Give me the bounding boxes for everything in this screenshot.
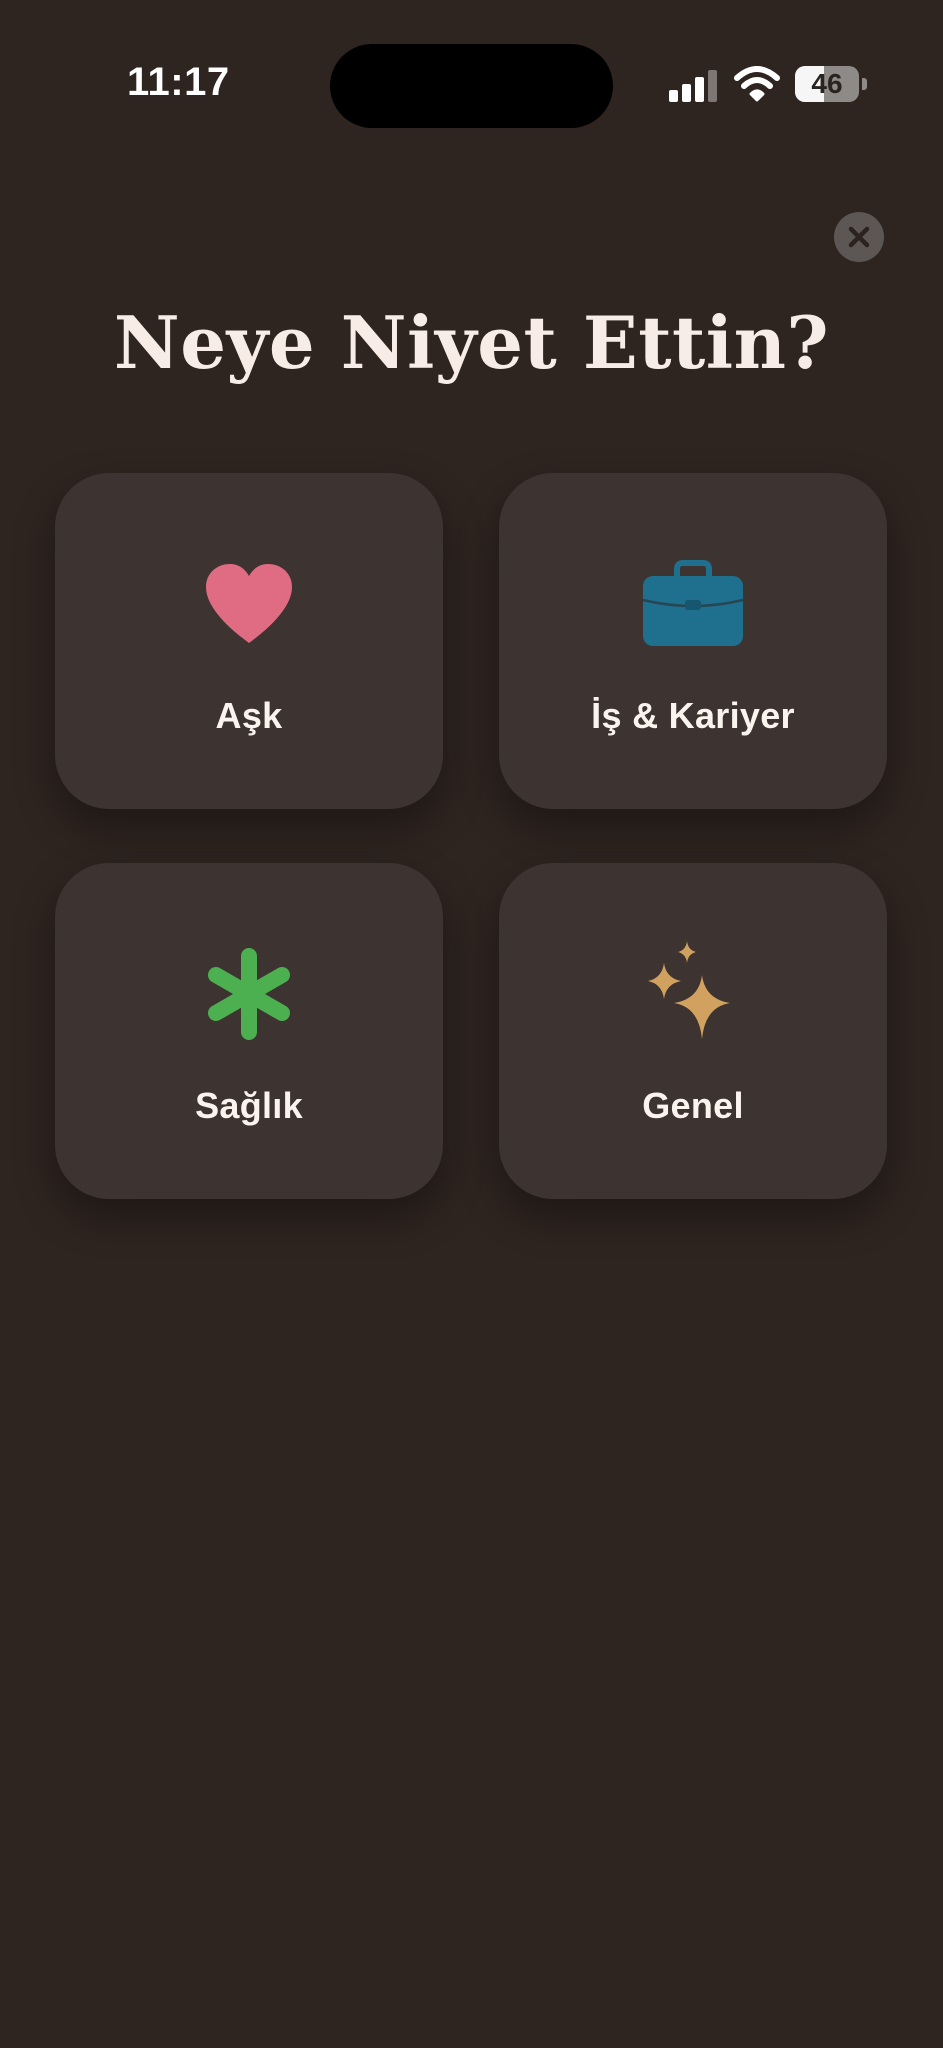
page-title: Neye Niyet Ettin? xyxy=(113,300,830,385)
battery-body: 46 xyxy=(795,66,859,102)
briefcase-icon xyxy=(642,560,744,646)
battery-tip xyxy=(862,78,867,90)
category-label: Aşk xyxy=(215,695,283,736)
close-button[interactable] xyxy=(834,212,884,262)
heart-icon xyxy=(206,564,292,643)
cellular-signal-icon xyxy=(669,70,717,102)
category-label: Genel xyxy=(642,1085,744,1126)
category-card-genel[interactable]: Genel xyxy=(499,863,887,1199)
dynamic-island xyxy=(330,44,613,128)
category-card-ask[interactable]: Aşk xyxy=(55,473,443,809)
status-bar: 11:17 46 xyxy=(0,0,943,160)
close-icon xyxy=(848,226,870,248)
asterisk-icon xyxy=(208,948,290,1040)
status-time: 11:17 xyxy=(127,60,230,104)
wifi-icon xyxy=(734,66,780,102)
battery-icon: 46 xyxy=(795,66,867,102)
category-card-saglik[interactable]: Sağlık xyxy=(55,863,443,1199)
category-label: İş & Kariyer xyxy=(591,695,795,736)
sparkles-icon xyxy=(648,941,730,1039)
battery-level: 46 xyxy=(811,68,843,99)
category-label: Sağlık xyxy=(195,1085,303,1126)
category-card-is-kariyer[interactable]: İş & Kariyer xyxy=(499,473,887,809)
